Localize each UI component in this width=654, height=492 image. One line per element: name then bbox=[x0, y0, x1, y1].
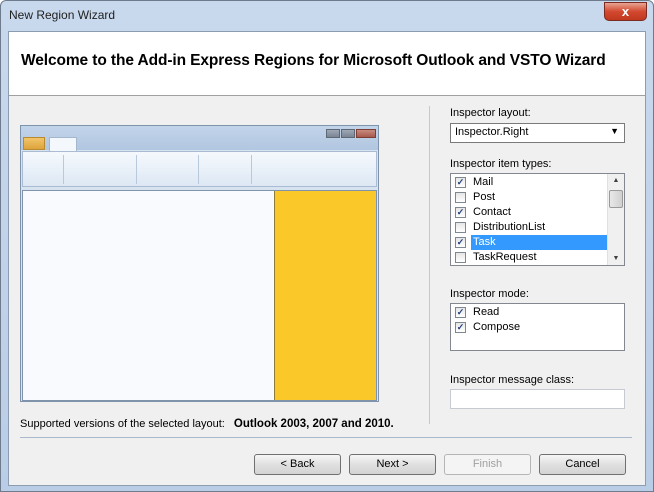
preview-ribbon-tab bbox=[49, 137, 77, 151]
window-title: New Region Wizard bbox=[9, 8, 116, 22]
vertical-divider bbox=[429, 106, 430, 424]
list-item-label: Task bbox=[471, 235, 608, 250]
layout-preview bbox=[20, 125, 379, 402]
page-title: Welcome to the Add-in Express Regions fo… bbox=[21, 52, 606, 69]
preview-ribbon bbox=[22, 151, 377, 187]
inspector-layout-value: Inspector.Right bbox=[455, 126, 529, 138]
supported-versions-value: Outlook 2003, 2007 and 2010. bbox=[233, 418, 394, 430]
preview-maximize-icon bbox=[341, 129, 355, 138]
inspector-layout-label: Inspector layout: bbox=[450, 107, 531, 119]
checkbox-compose[interactable]: ✓ bbox=[455, 322, 466, 333]
inspector-mode-label: Inspector mode: bbox=[450, 288, 529, 300]
preview-ribbon-separator bbox=[63, 155, 64, 184]
list-item[interactable]: ✓ Read bbox=[451, 305, 624, 320]
scroll-thumb[interactable] bbox=[609, 190, 623, 208]
list-item-selected[interactable]: ✓ Task bbox=[451, 235, 624, 250]
checkbox-distributionlist[interactable] bbox=[455, 222, 466, 233]
finish-button[interactable]: Finish bbox=[444, 454, 531, 475]
chevron-down-icon[interactable]: ▼ bbox=[610, 126, 619, 136]
preview-ribbon-separator bbox=[136, 155, 137, 184]
list-item-label: Read bbox=[473, 306, 500, 318]
list-item-label: Contact bbox=[473, 206, 511, 218]
checkbox-read[interactable]: ✓ bbox=[455, 307, 466, 318]
list-item[interactable]: ✓ Contact bbox=[451, 205, 624, 220]
list-item-label: Post bbox=[473, 191, 496, 203]
checkbox-post[interactable] bbox=[455, 192, 466, 203]
list-item-label: TaskRequest bbox=[473, 251, 537, 263]
item-types-label: Inspector item types: bbox=[450, 158, 552, 170]
inspector-mode-list[interactable]: ✓ Read ✓ Compose bbox=[450, 303, 625, 351]
list-item-label: Mail bbox=[473, 176, 494, 188]
close-icon: x bbox=[621, 4, 630, 19]
list-item[interactable]: Post bbox=[451, 190, 624, 205]
preview-ribbon-separator bbox=[251, 155, 252, 184]
checkbox-contact[interactable]: ✓ bbox=[455, 207, 466, 218]
list-item[interactable]: DistributionList bbox=[451, 220, 624, 235]
title-bar: New Region Wizard x bbox=[1, 1, 653, 31]
preview-content-area bbox=[23, 191, 273, 400]
list-item[interactable]: ✓ Mail bbox=[451, 175, 624, 190]
checkbox-taskrequest[interactable] bbox=[455, 252, 466, 263]
preview-inspector-body bbox=[22, 190, 377, 401]
checkbox-mail[interactable]: ✓ bbox=[455, 177, 466, 188]
wizard-header: Welcome to the Add-in Express Regions fo… bbox=[9, 32, 645, 96]
list-item-label: DistributionList bbox=[473, 221, 546, 233]
supported-versions: Supported versions of the selected layou… bbox=[20, 418, 394, 430]
preview-window-buttons bbox=[325, 127, 376, 138]
back-button[interactable]: < Back bbox=[254, 454, 341, 475]
message-class-label: Inspector message class: bbox=[450, 374, 575, 386]
next-button[interactable]: Next > bbox=[349, 454, 436, 475]
item-types-scrollbar[interactable]: ▲ ▼ bbox=[607, 174, 624, 265]
preview-region-right bbox=[274, 191, 376, 400]
list-item[interactable]: TaskRequest bbox=[451, 250, 624, 265]
preview-minimize-icon bbox=[326, 129, 340, 138]
preview-close-icon bbox=[356, 129, 376, 138]
close-button[interactable]: x bbox=[604, 2, 647, 21]
preview-ribbon-separator bbox=[198, 155, 199, 184]
list-item[interactable]: ✓ Compose bbox=[451, 320, 624, 335]
footer-divider bbox=[20, 437, 632, 438]
checkbox-task[interactable]: ✓ bbox=[455, 237, 466, 248]
scroll-down-icon[interactable]: ▼ bbox=[608, 252, 624, 265]
wizard-client-area: Welcome to the Add-in Express Regions fo… bbox=[8, 31, 646, 486]
wizard-window: New Region Wizard x Welcome to the Add-i… bbox=[0, 0, 654, 492]
inspector-layout-select[interactable]: Inspector.Right ▼ bbox=[450, 123, 625, 143]
scroll-up-icon[interactable]: ▲ bbox=[608, 174, 624, 187]
cancel-button[interactable]: Cancel bbox=[539, 454, 626, 475]
preview-title-strip bbox=[21, 126, 378, 151]
supported-versions-label: Supported versions of the selected layou… bbox=[20, 418, 225, 430]
preview-app-button bbox=[23, 137, 45, 150]
list-item-label: Compose bbox=[473, 321, 521, 333]
message-class-input[interactable] bbox=[450, 389, 625, 409]
item-types-list[interactable]: ✓ Mail Post ✓ Contact DistributionList ✓… bbox=[450, 173, 625, 266]
